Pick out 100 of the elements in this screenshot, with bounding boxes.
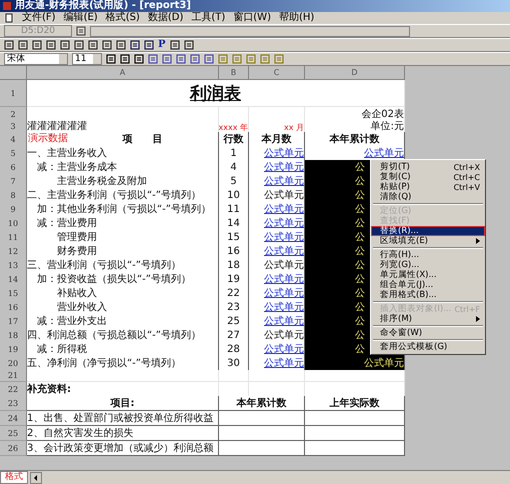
table-cell: 18 [219,258,249,273]
formula-field[interactable] [90,26,410,36]
table-cell: 二、主营业务利润（亏损以“-”号填列） [27,188,219,203]
table-cell: 16 [219,244,249,259]
table-cell: 管理费用 [27,230,219,245]
table-cell: 减：所得税 [27,342,219,357]
column-title: 项目: [27,396,219,411]
row-number: 13 [0,258,27,273]
row-number: 20 [0,356,27,371]
formula-link[interactable]: 公式单元 [249,202,305,217]
table-cell: 一、主营业务收入 [27,146,219,161]
table-cell: 28 [219,342,249,357]
formula-link[interactable]: 公式单元 [249,216,305,231]
menu-item[interactable]: 数据(D) [148,12,184,24]
left-arrow-icon [33,474,39,480]
row-number: 14 [0,272,27,287]
formula-link[interactable]: 公式单元 [249,356,305,371]
table-cell: 27 [219,328,249,343]
menu-item[interactable]: 编辑(E) [64,12,98,24]
table-cell: 五、净利润（净亏损以“-”号填列） [27,356,219,371]
formula-link[interactable]: 公式单元 [249,342,305,357]
table-cell: 补贴收入 [27,286,219,301]
scroll-left-button[interactable] [30,472,42,484]
table-cell: 营业外收入 [27,300,219,315]
report-title: 利润表 [27,80,405,107]
row-number: 10 [0,216,27,231]
font-select[interactable]: 宋体 [4,53,68,65]
formula-link[interactable]: 公式单元 [249,272,305,287]
row-number: 17 [0,314,27,329]
menu-item[interactable]: 格式(S) [106,12,140,24]
formula-link[interactable]: 公式单元 [249,160,305,175]
table-cell: 加：其他业务利润（亏损以“-”号填列） [27,202,219,217]
context-menu-item[interactable]: 替换(R)... [371,226,485,236]
formula-link[interactable]: 公式单元 [249,146,305,161]
menu-item[interactable]: 文件(F) [22,12,56,24]
table-cell: 5 [219,174,249,189]
formula-link[interactable]: 公式单元 [249,174,305,189]
table-cell: 10 [219,188,249,203]
formula-link[interactable]: 公式单元 [249,286,305,301]
table-cell: 25 [219,314,249,329]
table-cell: 4 [219,160,249,175]
formula-cell[interactable]: 公式单元 [305,356,405,371]
table-cell: 1、出售、处置部门或被投资单位所得收益 [27,411,219,426]
app-icon [2,1,12,11]
column-title: 行数 [219,132,249,147]
row-number: 7 [0,174,27,189]
column-header[interactable]: A [27,66,219,80]
column-title: 本年累计数 [305,132,405,147]
table-cell: 15 [219,230,249,245]
context-menu-item[interactable]: 命令窗(W) [371,328,485,338]
row-number: 8 [0,188,27,203]
row-number: 25 [0,426,27,441]
context-menu-item[interactable]: 排序(M) [371,314,485,324]
section-title: 补充资料: [27,382,219,397]
demo-data-label: 演示数据 [28,133,68,145]
table-cell: 三、营业利润（亏损以“-”号填列） [27,258,219,273]
table-cell: 公式单元 [249,258,305,273]
row-number: 11 [0,230,27,245]
column-header[interactable]: C [249,66,305,80]
table-cell: 2、自然灾害发生的损失 [27,426,219,441]
row-number: 5 [0,146,27,161]
column-header[interactable]: B [219,66,249,80]
table-cell: 22 [219,286,249,301]
font-size-select[interactable]: 11 [72,53,102,65]
document-icon[interactable] [4,13,14,23]
menu-item[interactable]: 工具(T) [191,12,226,24]
row-number: 9 [0,202,27,217]
row-number: 24 [0,411,27,426]
context-menu-item[interactable]: 区域填充(E) [371,236,485,246]
table-cell: 1 [219,146,249,161]
table-cell: 11 [219,202,249,217]
table-cell: 19 [219,272,249,287]
table-cell: 公式单元 [249,328,305,343]
column-title: 本月数 [249,132,305,147]
table-cell: 加：投资收益（损失以“-”号填列） [27,272,219,287]
table-cell: 减：营业外支出 [27,314,219,329]
formula-link[interactable]: 公式单元 [249,300,305,315]
sheet-tab[interactable]: 格式 [0,471,28,484]
table-cell: 23 [219,300,249,315]
table-cell: 主营业务税金及附加 [27,174,219,189]
formula-link[interactable]: 公式单元 [249,244,305,259]
column-header[interactable]: D [305,66,405,80]
table-cell: 14 [219,216,249,231]
menu-item[interactable]: 帮助(H) [278,12,314,24]
toolbar-button[interactable]: P [158,40,166,50]
formula-cell[interactable]: 公式单元 [305,146,405,161]
table-cell: 四、利润总额（亏损总额以“-”号填列） [27,328,219,343]
menu-item[interactable]: 窗口(W) [233,12,271,24]
row-number: 6 [0,160,27,175]
column-title: 项 目 [122,133,162,146]
row-number: 18 [0,328,27,343]
row-number: 16 [0,300,27,315]
row-number: 23 [0,396,27,411]
row-number: 15 [0,286,27,301]
table-cell: 财务费用 [27,244,219,259]
row-number: 4 [0,132,27,147]
formula-link[interactable]: 公式单元 [249,314,305,329]
table-cell: 减：主营业务成本 [27,160,219,175]
table-cell: 30 [219,356,249,371]
formula-link[interactable]: 公式单元 [249,230,305,245]
